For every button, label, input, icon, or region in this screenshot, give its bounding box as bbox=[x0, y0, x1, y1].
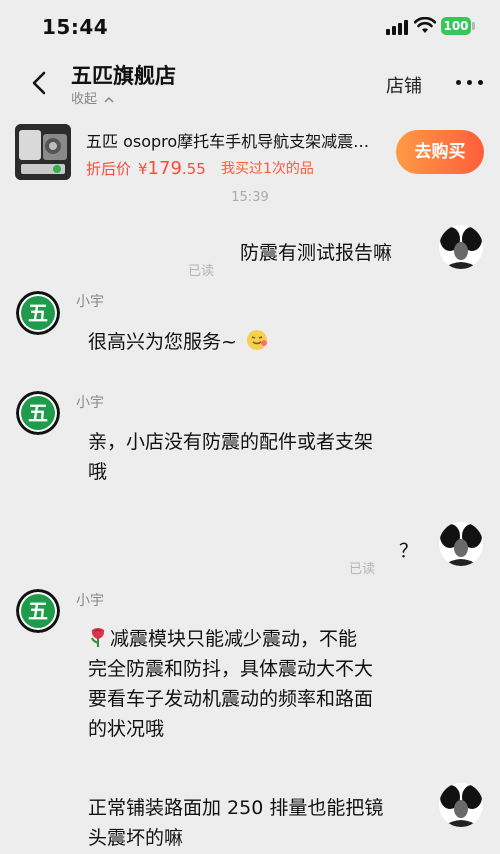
sender-name: 小宇 bbox=[76, 593, 104, 609]
svg-text:五: 五 bbox=[28, 401, 48, 425]
signal-icon bbox=[386, 19, 408, 35]
price-currency: ¥ bbox=[138, 160, 148, 178]
more-icon[interactable] bbox=[456, 76, 484, 86]
product-card[interactable]: 五匹 osopro摩托车手机导航支架减震… 折后价 ¥179.55 我买过1次的… bbox=[0, 118, 500, 190]
message-line: 正常铺装路面加 250 排量也能把镜 bbox=[88, 797, 384, 819]
price-label: 折后价 bbox=[86, 160, 132, 178]
message-text: 亲，小店没有防震的配件或者支架 哦 bbox=[88, 427, 428, 487]
message-line: 头震坏的嘛 bbox=[88, 827, 184, 849]
message-line: 要看车子发动机震动的频率和路面 bbox=[88, 688, 374, 710]
chevron-up-icon bbox=[104, 96, 114, 103]
message-line: 哦 bbox=[88, 461, 108, 483]
price-decimal: .55 bbox=[181, 160, 206, 178]
message-line: 完全防震和防抖，具体震动大不大 bbox=[88, 658, 374, 680]
message-line-text: 减震模块只能减少震动，不能 bbox=[110, 628, 358, 650]
sender-name: 小宇 bbox=[76, 294, 104, 310]
shop-name: 五匹旗舰店 bbox=[71, 64, 176, 88]
message-text: 防震有测试报告嘛 bbox=[240, 242, 393, 264]
message-row: 很高兴为您服务~ bbox=[88, 327, 269, 357]
buy-button[interactable]: 去购买 bbox=[396, 130, 484, 174]
collapse-toggle[interactable]: 收起 bbox=[71, 88, 115, 107]
agent-avatar[interactable]: 五 bbox=[16, 589, 60, 633]
status-bar: 15:44 100 bbox=[0, 0, 500, 52]
status-time: 15:44 bbox=[42, 15, 109, 39]
svg-text:五: 五 bbox=[28, 599, 48, 623]
product-thumbnail[interactable] bbox=[15, 124, 71, 180]
smile-emoji-icon bbox=[246, 330, 267, 350]
product-price: ¥179.55 bbox=[138, 158, 206, 179]
message-text: ？ bbox=[399, 540, 419, 562]
agent-avatar[interactable]: 五 bbox=[16, 391, 60, 435]
message-line: 的状况哦 bbox=[88, 718, 165, 740]
sender-name: 小宇 bbox=[76, 395, 104, 411]
read-status: 已读 bbox=[188, 264, 215, 279]
agent-avatar[interactable]: 五 bbox=[16, 291, 60, 335]
chat-header: 五匹旗舰店 收起 店铺 bbox=[0, 52, 500, 116]
collapse-label: 收起 bbox=[71, 92, 98, 107]
svg-text:五: 五 bbox=[28, 301, 48, 325]
user-avatar[interactable] bbox=[439, 522, 483, 566]
message-text: 减震模块只能减少震动，不能 完全防震和防抖，具体震动大不大 要看车子发动机震动的… bbox=[88, 624, 428, 744]
read-status: 已读 bbox=[349, 562, 376, 577]
message-text: 正常铺装路面加 250 排量也能把镜 头震坏的嘛 bbox=[88, 793, 428, 853]
bought-note: 我买过1次的品 bbox=[221, 161, 314, 177]
message-line: 亲，小店没有防震的配件或者支架 bbox=[88, 431, 374, 453]
message-text: 很高兴为您服务~ bbox=[88, 331, 237, 353]
back-icon[interactable] bbox=[26, 68, 52, 98]
message-line: 减震模块只能减少震动，不能 bbox=[88, 624, 428, 654]
price-integer: 179 bbox=[147, 158, 182, 179]
wifi-icon bbox=[414, 17, 436, 33]
battery-icon: 100 bbox=[441, 17, 471, 35]
rose-emoji-icon bbox=[91, 628, 105, 647]
user-avatar[interactable] bbox=[439, 783, 483, 827]
store-button[interactable]: 店铺 bbox=[386, 72, 422, 98]
chat-timestamp: 15:39 bbox=[231, 190, 269, 205]
user-avatar[interactable] bbox=[439, 225, 483, 269]
product-title[interactable]: 五匹 osopro摩托车手机导航支架减震… bbox=[86, 128, 391, 152]
battery-tip bbox=[472, 22, 475, 30]
